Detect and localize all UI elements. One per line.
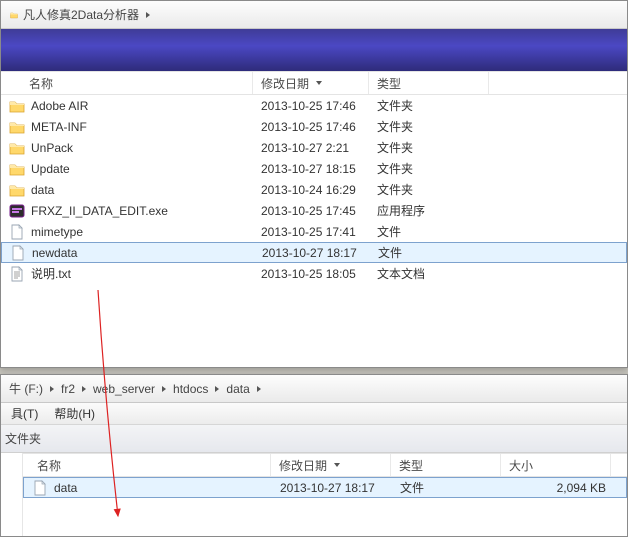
folder-icon: [9, 161, 25, 177]
txt-icon: [9, 266, 25, 282]
menu-tools[interactable]: 具(T): [5, 403, 44, 424]
address-bar[interactable]: 牛 (F:) fr2 web_server htdocs data: [1, 375, 627, 403]
file-icon: [10, 245, 26, 261]
toolbar-label: 文件夹: [5, 430, 41, 447]
chevron-right-icon[interactable]: [252, 385, 266, 393]
file-list: 名称 修改日期 类型 大小 data 2013-10-27 18:17文件2,09…: [23, 453, 627, 536]
column-name[interactable]: 名称: [1, 72, 253, 94]
address-bar[interactable]: 凡人修真2Data分析器: [1, 1, 627, 29]
breadcrumb-drive[interactable]: 牛 (F:): [7, 375, 45, 402]
file-date: 2013-10-27 2:21: [257, 141, 373, 155]
file-name: data: [31, 183, 54, 197]
ribbon-bar: [1, 29, 627, 71]
column-header[interactable]: 名称 修改日期 类型 大小: [23, 453, 627, 477]
file-size: 2,094 KB: [506, 481, 616, 495]
breadcrumb-item[interactable]: htdocs: [171, 375, 210, 402]
breadcrumb-item[interactable]: fr2: [59, 375, 77, 402]
column-date[interactable]: 修改日期: [253, 72, 369, 94]
file-row[interactable]: mimetype 2013-10-25 17:41文件: [1, 221, 627, 242]
file-row[interactable]: data 2013-10-24 16:29文件夹: [1, 179, 627, 200]
file-date: 2013-10-27 18:17: [258, 246, 374, 260]
chevron-right-icon[interactable]: [157, 385, 171, 393]
file-name: 说明.txt: [31, 265, 71, 282]
column-header[interactable]: 名称 修改日期 类型: [1, 71, 627, 95]
file-icon: [9, 224, 25, 240]
folder-icon: [9, 182, 25, 198]
folder-icon: [9, 119, 25, 135]
breadcrumb-item[interactable]: 凡人修真2Data分析器: [21, 1, 141, 28]
column-date-label: 修改日期: [261, 75, 309, 92]
chevron-right-icon[interactable]: [141, 11, 155, 19]
column-type[interactable]: 类型: [369, 72, 489, 94]
file-row[interactable]: newdata 2013-10-27 18:17文件: [1, 242, 627, 263]
column-date[interactable]: 修改日期: [271, 454, 391, 476]
file-row[interactable]: UnPack 2013-10-27 2:21文件夹: [1, 137, 627, 158]
file-row[interactable]: FRXZ_II_DATA_EDIT.exe 2013-10-25 17:45应用程…: [1, 200, 627, 221]
file-icon: [32, 480, 48, 496]
menu-help[interactable]: 帮助(H): [48, 403, 101, 424]
exe-icon: [9, 203, 25, 219]
file-row[interactable]: Adobe AIR 2013-10-25 17:46文件夹: [1, 95, 627, 116]
file-type: 文件: [396, 479, 506, 496]
breadcrumb-item[interactable]: data: [224, 375, 251, 402]
file-name: mimetype: [31, 225, 83, 239]
menu-bar[interactable]: 具(T) 帮助(H): [1, 403, 627, 425]
folder-icon: [9, 140, 25, 156]
file-type: 文件: [373, 223, 493, 240]
column-type[interactable]: 类型: [391, 454, 501, 476]
file-type: 应用程序: [373, 202, 493, 219]
column-size-label: 大小: [509, 457, 533, 474]
sort-indicator-icon: [333, 461, 341, 469]
column-name-label: 名称: [37, 457, 61, 474]
file-date: 2013-10-24 16:29: [257, 183, 373, 197]
file-type: 文件夹: [373, 181, 493, 198]
toolbar[interactable]: 文件夹: [1, 425, 627, 453]
nav-pane-stub: [1, 453, 23, 536]
file-type: 文件夹: [373, 118, 493, 135]
explorer-window-top: 凡人修真2Data分析器 名称 修改日期 类型 Adobe AIR 2013-10…: [0, 0, 628, 368]
file-row[interactable]: data 2013-10-27 18:17文件2,094 KB: [23, 477, 627, 498]
file-date: 2013-10-27 18:15: [257, 162, 373, 176]
file-row[interactable]: 说明.txt 2013-10-25 18:05文本文档: [1, 263, 627, 284]
file-list: 名称 修改日期 类型 Adobe AIR2013-10-25 17:46文件夹M…: [1, 71, 627, 284]
file-date: 2013-10-25 17:46: [257, 99, 373, 113]
file-type: 文本文档: [373, 265, 493, 282]
file-type: 文件夹: [373, 139, 493, 156]
file-date: 2013-10-25 18:05: [257, 267, 373, 281]
file-date: 2013-10-25 17:45: [257, 204, 373, 218]
file-name: UnPack: [31, 141, 73, 155]
column-type-label: 类型: [377, 75, 401, 92]
file-date: 2013-10-25 17:41: [257, 225, 373, 239]
folder-icon: [9, 98, 25, 114]
file-name: FRXZ_II_DATA_EDIT.exe: [31, 204, 168, 218]
folder-glyph: [7, 11, 21, 19]
chevron-right-icon[interactable]: [210, 385, 224, 393]
file-name: data: [54, 481, 77, 495]
column-type-label: 类型: [399, 457, 423, 474]
explorer-window-bottom: 牛 (F:) fr2 web_server htdocs data 具(T) 帮…: [0, 374, 628, 537]
file-date: 2013-10-27 18:17: [276, 481, 396, 495]
chevron-right-icon[interactable]: [77, 385, 91, 393]
file-row[interactable]: META-INF 2013-10-25 17:46文件夹: [1, 116, 627, 137]
column-name-label: 名称: [29, 75, 53, 92]
file-name: newdata: [32, 246, 77, 260]
column-size[interactable]: 大小: [501, 454, 611, 476]
chevron-right-icon[interactable]: [45, 385, 59, 393]
file-name: META-INF: [31, 120, 87, 134]
file-type: 文件夹: [373, 97, 493, 114]
file-type: 文件: [374, 244, 494, 261]
file-type: 文件夹: [373, 160, 493, 177]
sort-indicator-icon: [315, 79, 323, 87]
breadcrumb-item[interactable]: web_server: [91, 375, 157, 402]
file-name: Adobe AIR: [31, 99, 88, 113]
file-date: 2013-10-25 17:46: [257, 120, 373, 134]
file-row[interactable]: Update 2013-10-27 18:15文件夹: [1, 158, 627, 179]
file-name: Update: [31, 162, 70, 176]
column-name[interactable]: 名称: [23, 454, 271, 476]
column-date-label: 修改日期: [279, 457, 327, 474]
